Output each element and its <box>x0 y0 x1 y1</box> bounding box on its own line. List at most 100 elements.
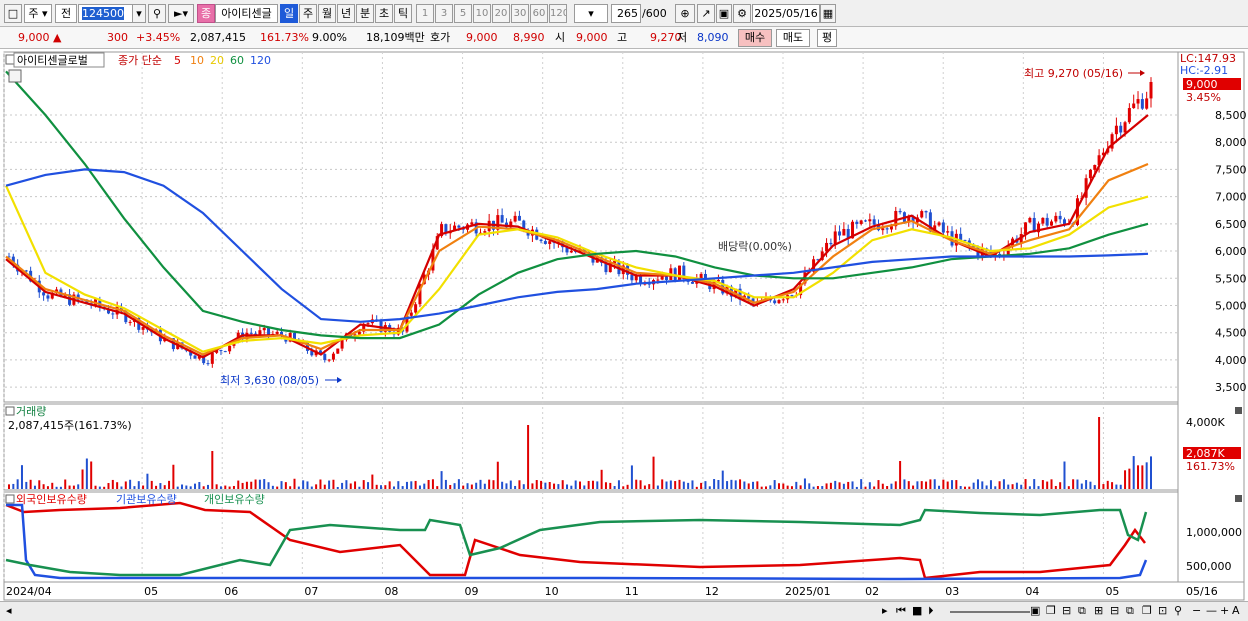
interval-tab-5[interactable]: 5 <box>454 4 472 23</box>
save-icon[interactable]: ▣ <box>716 4 732 23</box>
zoom-search-icon[interactable]: ⚲ <box>1174 604 1182 618</box>
window-menu-icon[interactable]: □ <box>4 4 22 23</box>
volume-bar <box>492 480 495 489</box>
stock-chart[interactable]: 3,500 4,000 4,500 5,000 5,500 6,000 6,500 7,000… <box>0 49 1248 601</box>
compare-icon[interactable]: ⧉ <box>1126 604 1134 618</box>
holdings-panel-menu-icon[interactable] <box>5 494 15 504</box>
volume-bar <box>989 480 992 489</box>
volume-bar <box>155 485 158 489</box>
font-size-icon[interactable]: A <box>1232 604 1240 618</box>
eval-button[interactable]: 평 <box>817 29 837 47</box>
search-icon[interactable]: ⚲ <box>148 4 166 23</box>
volume-bar <box>1067 486 1070 489</box>
volume-bar <box>440 471 443 489</box>
scroll-bar[interactable]: ◂ ▸ ⏮ ■ ⏵ ▣ ❐ ⊟ ⧉ ⊞ ⊟ ⧉ ❐ ⊡ ⚲ − — + A <box>0 601 1248 621</box>
speaker-icon[interactable]: ►▾ <box>168 4 194 23</box>
volume-bar <box>1111 482 1114 489</box>
line-icon[interactable]: — <box>1206 604 1217 618</box>
code-dropdown-icon[interactable]: ▾ <box>132 4 146 23</box>
volume-bar <box>107 483 110 489</box>
grid-icon[interactable]: ⊞ <box>1094 604 1103 618</box>
market-select[interactable]: 주 ▾ <box>24 4 52 23</box>
volume-bar <box>899 461 902 489</box>
camera-icon[interactable]: ⊡ <box>1158 604 1167 618</box>
volume-bar <box>380 485 383 489</box>
interval-dropdown[interactable]: ▾ <box>574 4 608 23</box>
candle-body <box>267 328 271 336</box>
volume-bar <box>1050 479 1053 489</box>
layout-icon[interactable]: ▣ <box>1030 604 1040 618</box>
volume-panel-menu-icon[interactable] <box>5 406 15 416</box>
volume-panel <box>3 403 1179 491</box>
tools-icon[interactable]: ⊕ <box>675 4 695 23</box>
period-tab-6[interactable]: 틱 <box>394 4 412 23</box>
interval-tab-120[interactable]: 120 <box>549 4 567 23</box>
period-tab-4[interactable]: 분 <box>356 4 374 23</box>
interval-tab-1[interactable]: 1 <box>416 4 434 23</box>
interval-tab-60[interactable]: 60 <box>530 4 548 23</box>
zoom-out-icon[interactable]: − <box>1192 604 1201 618</box>
count-total: /600 <box>642 7 667 20</box>
x-axis-label: 12 <box>705 585 719 598</box>
period-tab-0[interactable]: 일 <box>280 4 298 23</box>
gear-icon[interactable]: ⚙ <box>733 4 751 23</box>
volume-bar <box>951 480 954 489</box>
period-tab-3[interactable]: 년 <box>337 4 355 23</box>
volume-bar <box>159 483 162 489</box>
volume-bar <box>42 484 45 489</box>
candle-body <box>487 220 491 232</box>
split-icon[interactable]: ⊟ <box>1062 604 1071 618</box>
zoom-slider[interactable] <box>950 611 1030 613</box>
count-input[interactable]: 265 <box>611 4 641 23</box>
sell-button[interactable]: 매도 <box>776 29 810 47</box>
interval-tab-20[interactable]: 20 <box>492 4 510 23</box>
volume-close-icon[interactable] <box>1235 407 1242 414</box>
volume-bar <box>674 481 677 489</box>
interval-tab-30[interactable]: 30 <box>511 4 529 23</box>
calendar-icon[interactable]: ▦ <box>820 4 836 23</box>
volume-bar <box>16 479 19 489</box>
buy-button[interactable]: 매수 <box>738 29 772 47</box>
candle-body <box>517 215 521 221</box>
period-tab-2[interactable]: 월 <box>318 4 336 23</box>
period-tab-1[interactable]: 주 <box>299 4 317 23</box>
table-icon[interactable] <box>8 69 22 83</box>
stack-icon[interactable]: ⧉ <box>1078 604 1086 618</box>
candle-body <box>569 250 573 253</box>
volume-bar <box>561 480 564 489</box>
volume-bar <box>98 486 101 489</box>
price-panel-title: 아이티센글로벌 <box>17 54 88 67</box>
volume-bar <box>64 479 67 489</box>
candle-body <box>111 313 115 315</box>
candle-body <box>1088 169 1092 179</box>
candle-body <box>937 222 941 226</box>
scroll-left-icon[interactable]: ◂ <box>6 604 12 618</box>
volume-bar <box>933 479 936 489</box>
play-icon[interactable]: ⏵ <box>928 604 934 618</box>
volume-bar <box>479 479 482 489</box>
indicator-icon[interactable]: ↗ <box>697 4 715 23</box>
zoom-in-icon[interactable]: + <box>1220 604 1229 618</box>
interval-tab-3[interactable]: 3 <box>435 4 453 23</box>
scroll-right-icon[interactable]: ▸ <box>882 604 888 618</box>
holdings-close-icon[interactable] <box>1235 495 1242 502</box>
volume-bar <box>648 484 651 489</box>
price-change: 300 <box>107 31 128 44</box>
volume-bar <box>163 485 166 489</box>
table-view-icon[interactable]: ⊟ <box>1110 604 1119 618</box>
rewind-icon[interactable]: ⏮ <box>896 604 906 618</box>
interval-tab-10[interactable]: 10 <box>473 4 491 23</box>
period-tab-5[interactable]: 초 <box>375 4 393 23</box>
volume-bar <box>289 486 292 489</box>
volume-bar <box>730 479 733 489</box>
copy-icon[interactable]: ❐ <box>1046 604 1056 618</box>
date-input[interactable]: 2025/05/16 <box>752 4 820 23</box>
volume-bar <box>367 482 370 489</box>
prev-select[interactable]: 전 <box>55 4 77 23</box>
volume-bar <box>626 484 629 489</box>
stop-icon[interactable]: ■ <box>912 604 922 618</box>
window-icon[interactable]: ❐ <box>1142 604 1152 618</box>
volume-bar <box>665 481 668 489</box>
volume-bar <box>743 481 746 489</box>
volume-bar <box>237 480 240 489</box>
